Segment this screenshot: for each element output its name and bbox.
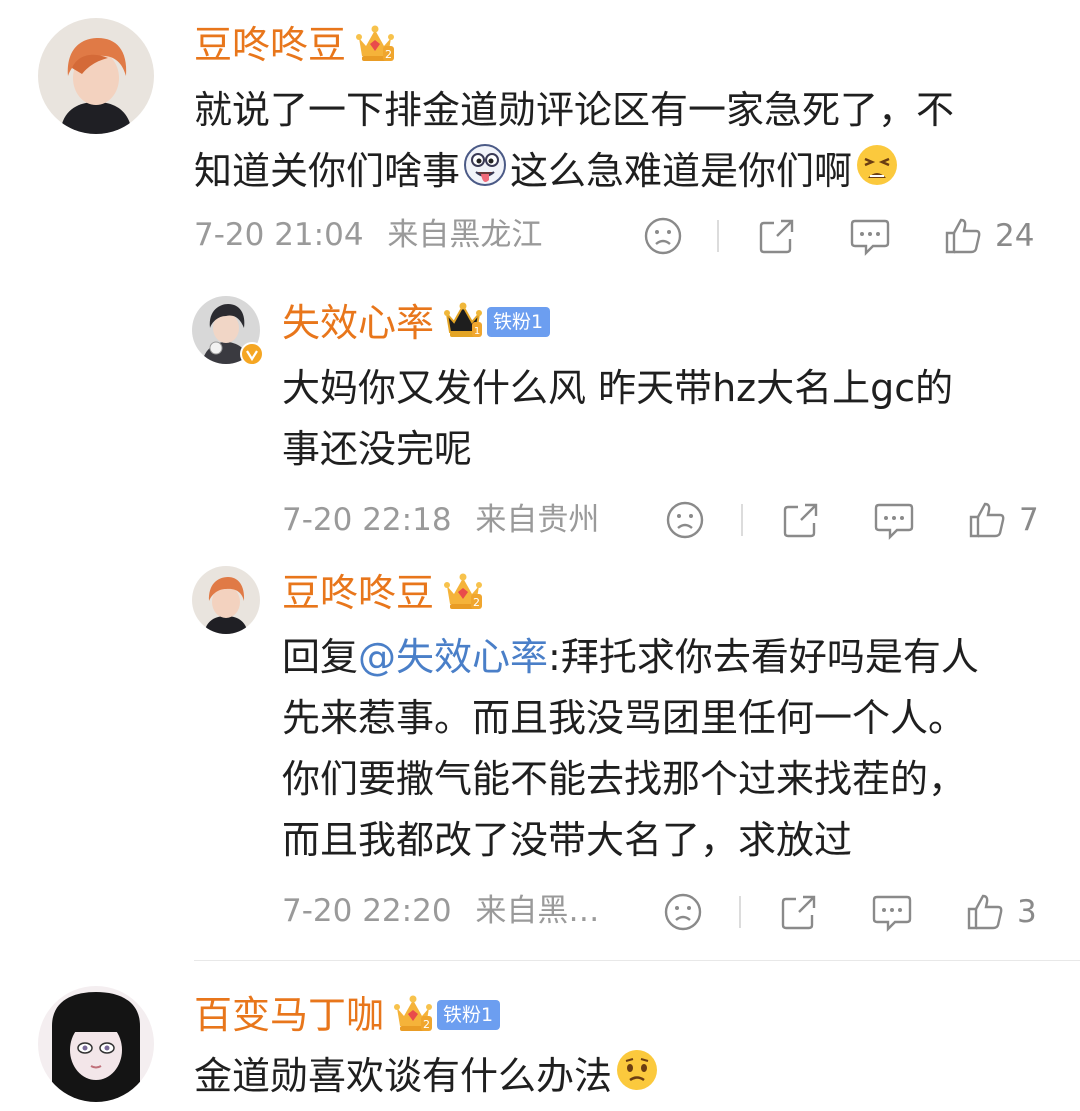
comment-text-line: 就说了一下排金道勋评论区有一家急死了，不 — [194, 88, 955, 132]
share-icon — [759, 219, 794, 254]
username[interactable]: 豆咚咚豆 — [194, 26, 346, 64]
svg-text:1: 1 — [474, 326, 480, 337]
location: 来自黑… — [475, 893, 600, 929]
comment-actions: 7 — [665, 500, 1039, 540]
avatar[interactable] — [38, 986, 154, 1102]
like-count: 24 — [995, 217, 1035, 254]
thumbs-up-icon — [967, 894, 1003, 930]
comment-icon — [850, 219, 890, 256]
like-button[interactable]: 24 — [943, 216, 1034, 256]
comment-text-line: 大妈你又发什么风 昨天带hz大名上gc的 — [282, 366, 954, 410]
crown-badge-icon: 2 — [443, 570, 483, 616]
fan-badge: 铁粉1 — [437, 1000, 501, 1030]
comment-meta: 7-20 22:18 来自贵州 — [282, 505, 599, 536]
comment-text-line: 金道勋喜欢谈有什么办法 — [194, 1046, 1034, 1111]
comment-meta: 7-20 21:04 来自黑龙江 — [194, 220, 542, 251]
like-button[interactable]: 7 — [967, 500, 1039, 540]
comment-text: 就说了一下排金道勋评论区有一家急死了，不 知道关你们啥事 这么急难道是你们啊 — [194, 80, 1034, 206]
sad-face-icon — [666, 501, 704, 539]
thumbs-up-icon — [945, 218, 981, 254]
like-button[interactable]: 3 — [965, 892, 1037, 932]
svg-text:2: 2 — [473, 596, 480, 609]
share-icon — [781, 895, 816, 930]
timestamp: 7-20 22:20 — [282, 893, 452, 929]
username[interactable]: 失效心率 — [282, 304, 434, 342]
action-divider — [717, 220, 719, 252]
verified-badge-icon — [240, 342, 264, 370]
comment-text: 大妈你又发什么风 昨天带hz大名上gc的 事还没完呢 — [282, 358, 1042, 480]
comment-meta: 7-20 22:20 来自黑… — [282, 896, 599, 927]
reply-prefix: 回复 — [282, 635, 359, 679]
timestamp: 7-20 22:18 — [282, 502, 452, 538]
comment-text: 回复@失效心率:拜托求你去看好吗是有人 先来惹事。而且我没骂团里任何一个人。 你… — [282, 627, 1062, 871]
comment-text-line: 回复@失效心率:拜托求你去看好吗是有人 — [282, 635, 979, 679]
comment-text-line: 你们要撒气能不能去找那个过来找茬的， — [282, 757, 967, 801]
worried-face-emoji-icon — [614, 1047, 660, 1111]
sad-face-icon — [644, 217, 682, 255]
reply-button[interactable] — [873, 500, 915, 540]
share-button[interactable] — [781, 500, 821, 540]
comment-icon — [872, 895, 912, 932]
fan-badge: 铁粉1 — [487, 307, 551, 337]
sad-face-icon — [664, 893, 702, 931]
ghost-tongue-emoji-icon — [462, 142, 508, 206]
location: 来自黑龙江 — [387, 217, 543, 253]
thumbs-up-icon — [969, 502, 1005, 538]
svg-text:2: 2 — [385, 48, 392, 61]
like-count: 7 — [1019, 501, 1039, 538]
reply-button[interactable] — [871, 892, 913, 932]
crown-badge-icon: 2 — [393, 992, 433, 1038]
crown-badge-icon: 2 — [355, 22, 395, 68]
share-button[interactable] — [779, 892, 819, 932]
avatar[interactable] — [192, 566, 260, 634]
comment-text-line: 事还没完呢 — [282, 427, 473, 471]
timestamp: 7-20 21:04 — [194, 217, 364, 253]
reply-button[interactable] — [849, 216, 891, 256]
action-divider — [739, 896, 741, 928]
username[interactable]: 百变马丁咖 — [194, 996, 384, 1034]
dislike-button[interactable] — [643, 216, 683, 256]
share-icon — [783, 503, 818, 538]
like-count: 3 — [1017, 893, 1037, 930]
comment-text-line: 知道关你们啥事 这么急难道是你们啊 — [194, 141, 1034, 206]
dislike-button[interactable] — [663, 892, 703, 932]
dislike-button[interactable] — [665, 500, 705, 540]
avatar[interactable] — [38, 18, 154, 134]
comment-actions: 24 — [643, 216, 1034, 256]
share-button[interactable] — [757, 216, 797, 256]
location: 来自贵州 — [475, 502, 600, 538]
comment-icon — [874, 503, 914, 540]
username[interactable]: 豆咚咚豆 — [282, 574, 434, 612]
comment-text: 金道勋喜欢谈有什么办法 — [194, 1046, 1034, 1111]
comment-divider — [194, 960, 1080, 961]
action-divider — [741, 504, 743, 536]
crown-badge-icon: 1 — [443, 300, 483, 344]
tired-face-emoji-icon — [854, 142, 900, 206]
comment-actions: 3 — [663, 892, 1037, 932]
mention-link[interactable]: @失效心率 — [358, 635, 548, 679]
comment-text-line: 先来惹事。而且我没骂团里任何一个人。 — [282, 696, 967, 740]
svg-text:2: 2 — [423, 1018, 430, 1031]
comment-text-line: 而且我都改了没带大名了，求放过 — [282, 818, 853, 862]
